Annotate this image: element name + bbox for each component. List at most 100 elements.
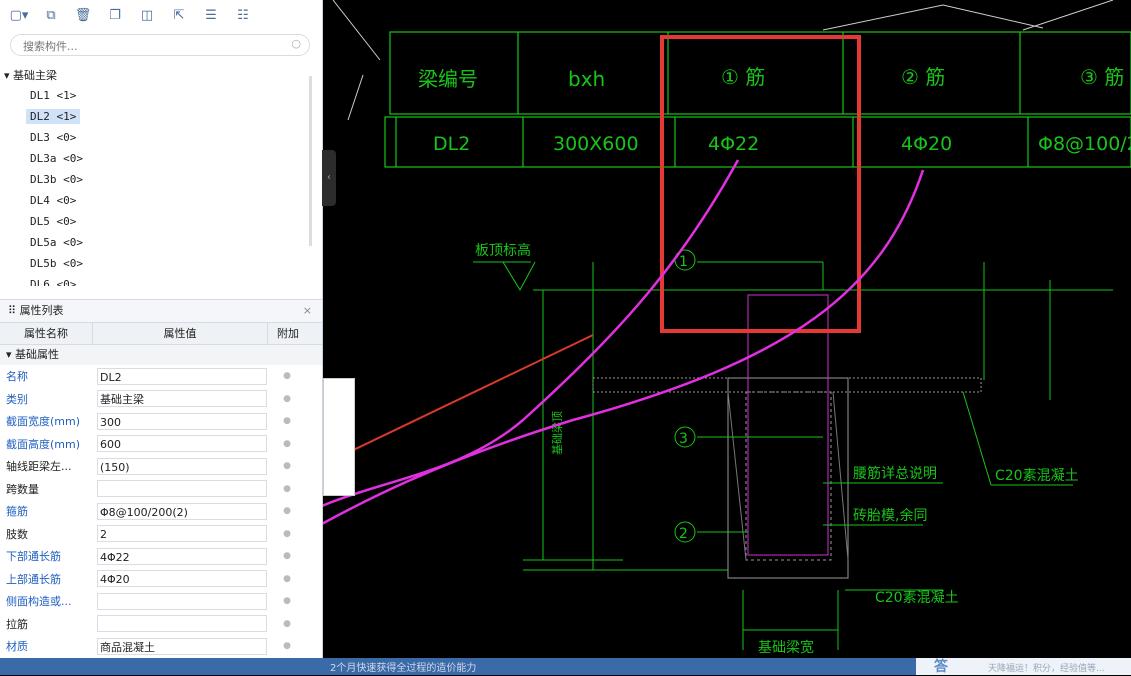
mini-panel[interactable] [323, 378, 355, 496]
tree-item[interactable]: DL3 <0> [0, 127, 312, 148]
property-value[interactable]: (150) [97, 457, 267, 475]
tree-root[interactable]: ▾ 基础主梁 [0, 66, 312, 85]
property-name: 拉筋 [6, 617, 28, 631]
extra-dot-icon[interactable]: ● [267, 506, 307, 516]
answer-icon: 答 [934, 659, 948, 675]
label-brick-form: 砖胎模,余同 [853, 507, 927, 524]
cad-cell-bar2: 4Φ20 [901, 133, 952, 155]
duplicate-icon[interactable]: ❐ [102, 4, 128, 26]
extra-dot-icon[interactable]: ● [267, 484, 307, 494]
search-input[interactable] [21, 38, 285, 54]
property-row[interactable]: 名称 DL2 ● [0, 365, 322, 388]
property-row[interactable]: 拉筋 ● [0, 613, 322, 636]
property-row[interactable]: 类别 基础主梁 ● [0, 388, 322, 411]
marker-1: 1 [679, 254, 688, 270]
extra-dot-icon[interactable]: ● [267, 551, 307, 561]
property-value[interactable]: 基础主梁 [97, 390, 267, 408]
property-row[interactable]: 侧面构造或... ● [0, 590, 322, 613]
tree-scrollbar[interactable] [309, 76, 312, 246]
property-row[interactable]: 下部通长筋 4Φ22 ● [0, 545, 322, 568]
tree-item-label: DL6 <0> [30, 278, 77, 286]
extra-dot-icon[interactable]: ● [267, 529, 307, 539]
tree-item[interactable]: DL1 <1> [0, 85, 312, 106]
extra-dot-icon[interactable]: ● [267, 574, 307, 584]
property-name: 截面高度(mm) [6, 437, 81, 451]
ad-box[interactable]: 答 天降福运！积分，经验值等... [916, 658, 1131, 675]
property-panel-title: ⠿ 属性列表 × [0, 299, 322, 323]
list-icon[interactable]: ☰ [198, 4, 224, 26]
property-group-label: 基础属性 [15, 348, 60, 361]
tree-item[interactable]: DL5a <0> [0, 232, 312, 253]
tree-item[interactable]: DL3b <0> [0, 169, 312, 190]
property-value[interactable]: DL2 [97, 367, 267, 385]
tree-item[interactable]: DL5 <0> [0, 211, 312, 232]
extra-dot-icon[interactable]: ● [267, 439, 307, 449]
tree-item[interactable]: DL4 <0> [0, 190, 312, 211]
property-name: 侧面构造或... [6, 595, 72, 609]
label-beam-width: 基础梁宽 [758, 639, 814, 656]
property-value[interactable]: 商品混凝土 [97, 637, 267, 655]
property-row[interactable]: 箍筋 Φ8@100/200(2) ● [0, 500, 322, 523]
property-name: 箍筋 [6, 505, 28, 519]
tree-item-label: DL3 <0> [30, 131, 77, 144]
property-row[interactable]: 上部通长筋 4Φ20 ● [0, 568, 322, 591]
property-name: 上部通长筋 [6, 572, 61, 586]
label-waist-bars: 腰筋详总说明 [853, 465, 937, 482]
tree-item-label: DL4 <0> [30, 194, 77, 207]
tree-item-selected[interactable]: DL2 <1> [0, 106, 312, 127]
extra-dot-icon[interactable]: ● [267, 596, 307, 606]
property-name: 截面宽度(mm) [6, 415, 81, 429]
extra-dot-icon[interactable]: ● [267, 371, 307, 381]
cad-header-bar1: ① 筋 [721, 65, 765, 89]
property-row[interactable]: 轴线距梁左... (150) ● [0, 455, 322, 478]
tree-item[interactable]: DL5b <0> [0, 253, 312, 274]
property-value[interactable] [97, 615, 267, 633]
property-row[interactable]: 跨数量 ● [0, 478, 322, 501]
property-name: 材质 [6, 640, 28, 654]
tree-item-label: DL3a <0> [30, 152, 83, 165]
property-name: 名称 [6, 370, 28, 384]
property-value[interactable]: 4Φ22 [97, 547, 267, 565]
annotation-curve-2 [323, 169, 925, 525]
close-icon[interactable]: × [303, 300, 312, 322]
toolbar: ▢▾ ⧉ 🗑 ❐ ◫ ⇱ ☰ ☷ [0, 0, 322, 30]
property-value[interactable]: 600 [97, 435, 267, 453]
search-box: ○ [10, 34, 310, 56]
extra-dot-icon[interactable]: ● [267, 461, 307, 471]
property-name: 跨数量 [6, 482, 39, 496]
tree-item[interactable]: DL3a <0> [0, 148, 312, 169]
extra-dot-icon[interactable]: ● [267, 394, 307, 404]
tree-item[interactable]: DL6 <0> [0, 274, 312, 286]
property-value[interactable]: 300 [97, 412, 267, 430]
property-value[interactable]: 4Φ20 [97, 570, 267, 588]
property-value[interactable] [97, 592, 267, 610]
property-value[interactable] [97, 480, 267, 498]
settings-icon[interactable]: ☷ [230, 4, 256, 26]
extra-dot-icon[interactable]: ● [267, 619, 307, 629]
cad-cell-stirrup: Φ8@100/2 [1038, 133, 1131, 155]
property-value[interactable]: Φ8@100/200(2) [97, 502, 267, 520]
search-icon[interactable]: ○ [291, 37, 301, 50]
copy-icon[interactable]: ⧉ [38, 4, 64, 26]
layer-icon[interactable]: ◫ [134, 4, 160, 26]
property-group[interactable]: ▾ 基础属性 [0, 345, 322, 365]
banner-text[interactable]: 2个月快速获得全过程的造价能力 [330, 659, 476, 674]
property-row[interactable]: 肢数 2 ● [0, 523, 322, 546]
property-value[interactable]: 2 [97, 525, 267, 543]
cad-header-bxh: bxh [568, 67, 605, 91]
extra-dot-icon[interactable]: ● [267, 641, 307, 651]
property-panel: ⠿ 属性列表 × 属性名称 属性值 附加 ▾ 基础属性 名称 DL2 ● 类别 基础主梁 ●… [0, 299, 322, 675]
property-title-text: 属性列表 [19, 304, 64, 317]
tree-item-label: DL5a <0> [30, 236, 83, 249]
new-icon[interactable]: ▢▾ [6, 4, 32, 26]
property-row[interactable]: 材质 商品混凝土 ● [0, 635, 322, 658]
property-row[interactable]: 截面宽度(mm) 300 ● [0, 410, 322, 433]
property-name: 轴线距梁左... [6, 460, 72, 474]
property-row[interactable]: 截面高度(mm) 600 ● [0, 433, 322, 456]
delete-icon[interactable]: 🗑 [70, 4, 96, 26]
extra-dot-icon[interactable]: ● [267, 416, 307, 426]
export-icon[interactable]: ⇱ [166, 4, 192, 26]
col-extra-header: 附加 [277, 327, 299, 340]
cad-header-bar2: ② 筋 [901, 65, 945, 89]
property-name: 肢数 [6, 527, 28, 541]
